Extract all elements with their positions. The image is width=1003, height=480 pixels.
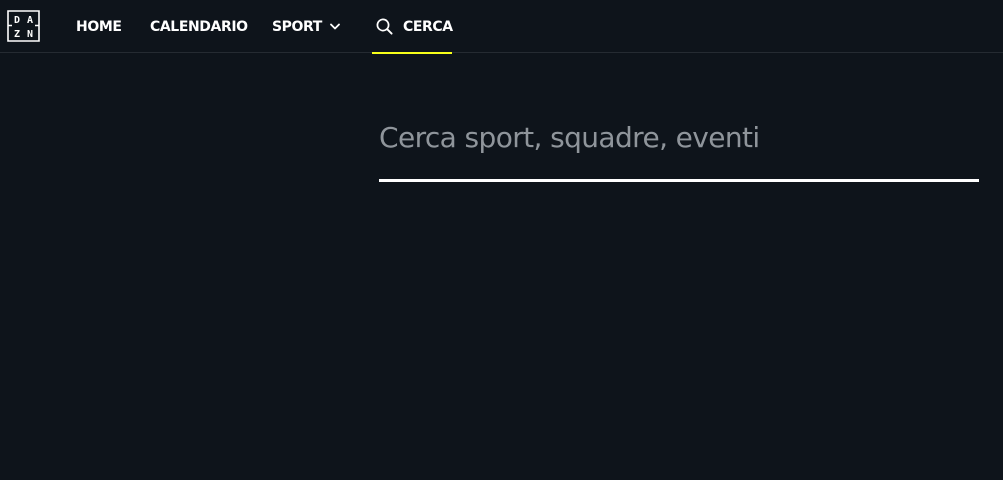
- nav-home[interactable]: HOME: [76, 0, 122, 53]
- dazn-logo[interactable]: D A Z N: [7, 10, 40, 42]
- nav-sport-label: SPORT: [272, 18, 322, 35]
- chevron-down-icon: [330, 23, 340, 30]
- logo-letter-z: Z: [14, 29, 20, 40]
- logo-letter-n: N: [27, 29, 33, 40]
- nav-sport-dropdown[interactable]: SPORT: [272, 0, 340, 53]
- nav-calendar[interactable]: CALENDARIO: [150, 0, 248, 53]
- nav-search[interactable]: CERCA: [372, 0, 453, 54]
- nav-search-label: CERCA: [403, 18, 453, 35]
- logo-letter-a: A: [27, 15, 33, 26]
- nav-calendar-label: CALENDARIO: [150, 18, 248, 35]
- search-input-underline: [379, 179, 979, 182]
- search-icon: [376, 18, 393, 35]
- search-area: [379, 113, 979, 182]
- top-navigation-bar: D A Z N HOME CALENDARIO SPORT CERCA: [0, 0, 1003, 54]
- nav-home-label: HOME: [76, 18, 122, 35]
- active-tab-indicator: [372, 52, 452, 54]
- search-input[interactable]: [379, 113, 979, 161]
- logo-letter-d: D: [14, 15, 20, 26]
